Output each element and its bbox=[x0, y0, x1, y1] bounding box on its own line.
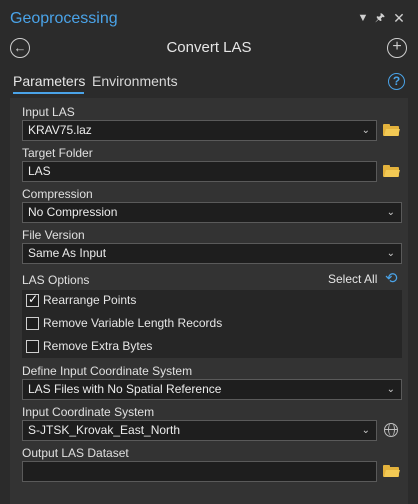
pane-title: Geoprocessing bbox=[10, 10, 118, 27]
folder-icon[interactable] bbox=[383, 124, 400, 136]
compression-select[interactable]: No Compression ⌄ bbox=[22, 202, 402, 223]
las-options-label: LAS Options bbox=[22, 273, 90, 287]
input-las-field[interactable]: KRAV75.laz ⌄ bbox=[22, 120, 377, 141]
define-input-cs-label: Define Input Coordinate System bbox=[22, 364, 193, 378]
chevron-down-icon[interactable]: ⌄ bbox=[362, 421, 370, 440]
checkbox[interactable] bbox=[26, 317, 39, 330]
add-icon[interactable]: + bbox=[387, 38, 407, 58]
input-cs-value: S-JTSK_Krovak_East_North bbox=[28, 423, 181, 437]
checkbox[interactable] bbox=[26, 340, 39, 353]
output-las-dataset-label: Output LAS Dataset bbox=[22, 446, 129, 460]
define-input-cs-select[interactable]: LAS Files with No Spatial Reference ⌄ bbox=[22, 379, 402, 400]
folder-icon[interactable] bbox=[383, 165, 400, 177]
pane-menu-chevron-icon[interactable]: ▼ bbox=[356, 10, 370, 26]
tab-parameters[interactable]: Parameters bbox=[13, 73, 85, 91]
tab-active-indicator bbox=[13, 92, 84, 94]
help-icon[interactable]: ? bbox=[388, 73, 405, 90]
target-folder-field[interactable]: LAS bbox=[22, 161, 377, 182]
chevron-down-icon[interactable]: ⌄ bbox=[387, 244, 395, 263]
compression-value: No Compression bbox=[28, 205, 118, 219]
file-version-select[interactable]: Same As Input ⌄ bbox=[22, 243, 402, 264]
checkbox[interactable] bbox=[26, 292, 39, 307]
pin-icon[interactable]: 🖈 bbox=[373, 10, 387, 26]
option-label: Remove Variable Length Records bbox=[43, 316, 223, 330]
input-cs-select[interactable]: S-JTSK_Krovak_East_North ⌄ bbox=[22, 420, 377, 441]
target-folder-value: LAS bbox=[28, 164, 51, 178]
pane-title-bar: Geoprocessing ▼ 🖈 ✕ bbox=[0, 0, 418, 38]
define-input-cs-value: LAS Files with No Spatial Reference bbox=[28, 382, 222, 396]
option-label: Rearrange Points bbox=[43, 293, 137, 307]
chevron-down-icon[interactable]: ⌄ bbox=[387, 380, 395, 399]
option-label: Remove Extra Bytes bbox=[43, 339, 153, 353]
target-folder-label: Target Folder bbox=[22, 146, 93, 160]
file-version-value: Same As Input bbox=[28, 246, 107, 260]
chevron-down-icon[interactable]: ⌄ bbox=[362, 121, 370, 140]
tool-title: Convert LAS bbox=[166, 39, 252, 56]
globe-icon[interactable] bbox=[384, 423, 398, 437]
refresh-icon[interactable]: ⟲ bbox=[385, 271, 398, 286]
tab-environments[interactable]: Environments bbox=[92, 73, 178, 89]
file-version-label: File Version bbox=[22, 228, 85, 242]
input-las-value: KRAV75.laz bbox=[28, 123, 92, 137]
input-cs-label: Input Coordinate System bbox=[22, 405, 155, 419]
compression-label: Compression bbox=[22, 187, 93, 201]
geoprocessing-pane: Geoprocessing ▼ 🖈 ✕ ← Convert LAS + Para… bbox=[0, 0, 418, 504]
folder-icon[interactable] bbox=[383, 465, 400, 477]
close-icon[interactable]: ✕ bbox=[392, 10, 406, 26]
input-las-label: Input LAS bbox=[22, 105, 75, 119]
chevron-down-icon[interactable]: ⌄ bbox=[387, 203, 395, 222]
output-las-dataset-field[interactable] bbox=[22, 461, 377, 482]
select-all-link[interactable]: Select All bbox=[328, 272, 377, 286]
